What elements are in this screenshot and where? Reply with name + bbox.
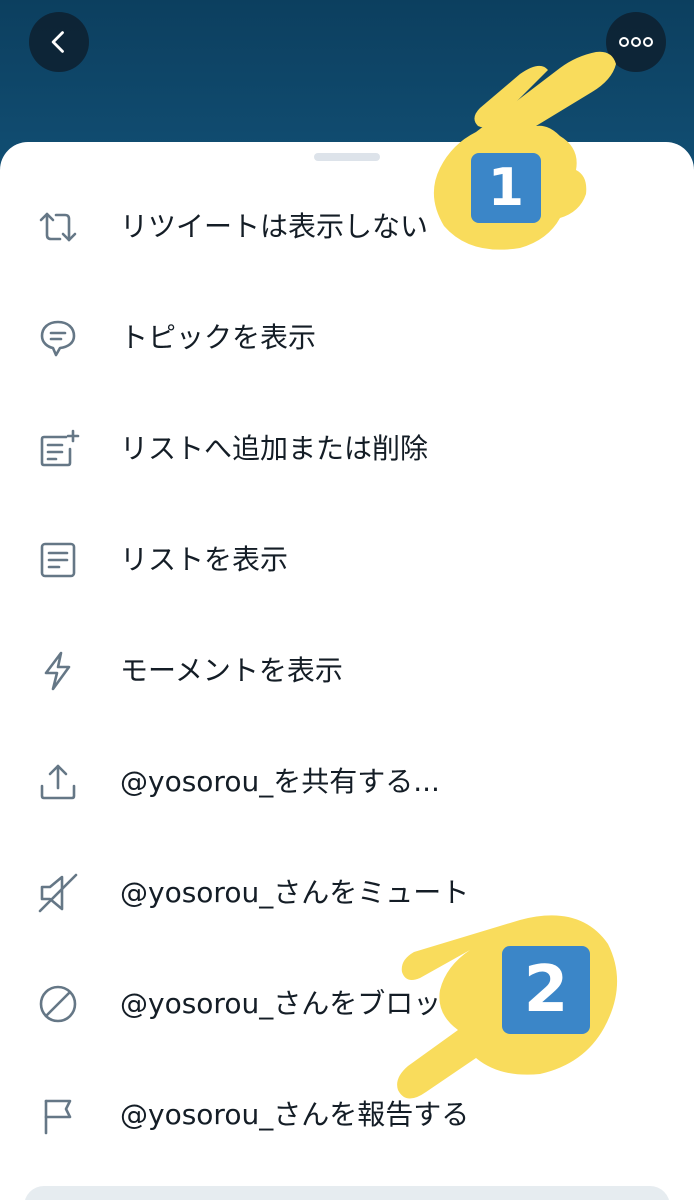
retweet-icon xyxy=(36,205,80,249)
menu-item-report-user[interactable]: @yosorou_さんを報告する xyxy=(0,1059,694,1170)
menu-item-label: トピックを表示 xyxy=(120,321,317,354)
sheet-grabber[interactable] xyxy=(314,153,380,161)
menu-item-view-lists[interactable]: リストを表示 xyxy=(0,504,694,615)
cancel-button[interactable] xyxy=(24,1186,670,1200)
menu-item-label: リツイートは表示しない xyxy=(120,210,429,243)
menu-item-mute-user[interactable]: @yosorou_さんをミュート xyxy=(0,837,694,948)
menu-item-label: リストを表示 xyxy=(120,543,289,576)
topic-bubble-icon xyxy=(36,316,80,360)
menu-item-label: @yosorou_さんをミュート xyxy=(120,876,470,909)
chevron-left-icon xyxy=(51,31,64,53)
block-icon xyxy=(36,982,80,1026)
mute-icon xyxy=(36,871,80,915)
menu-item-label: @yosorou_さんをブロック xyxy=(120,987,470,1020)
menu-item-label: モーメントを表示 xyxy=(120,654,343,687)
share-icon xyxy=(36,760,80,804)
more-options-button[interactable] xyxy=(606,12,666,72)
step-2-badge: 2 xyxy=(502,946,590,1034)
flag-icon xyxy=(36,1093,80,1137)
list-add-icon xyxy=(36,427,80,471)
menu-item-label: @yosorou_さんを報告する xyxy=(120,1098,470,1131)
more-horizontal-icon xyxy=(619,37,653,47)
menu-item-hide-retweets[interactable]: リツイートは表示しない xyxy=(0,171,694,282)
menu-item-view-topics[interactable]: トピックを表示 xyxy=(0,282,694,393)
action-sheet: リツイートは表示しない トピックを表示 リストへ追加または削除 リストを表示 モ… xyxy=(0,142,694,1200)
step-1-badge: 1 xyxy=(471,153,541,223)
menu-item-view-moments[interactable]: モーメントを表示 xyxy=(0,615,694,726)
back-button[interactable] xyxy=(29,12,89,72)
menu-item-add-remove-lists[interactable]: リストへ追加または削除 xyxy=(0,393,694,504)
menu-item-label: リストへ追加または削除 xyxy=(120,432,429,465)
lightning-icon xyxy=(36,649,80,693)
menu-item-label: @yosorou_を共有する... xyxy=(120,765,440,798)
menu-item-share-profile[interactable]: @yosorou_を共有する... xyxy=(0,726,694,837)
list-icon xyxy=(36,538,80,582)
